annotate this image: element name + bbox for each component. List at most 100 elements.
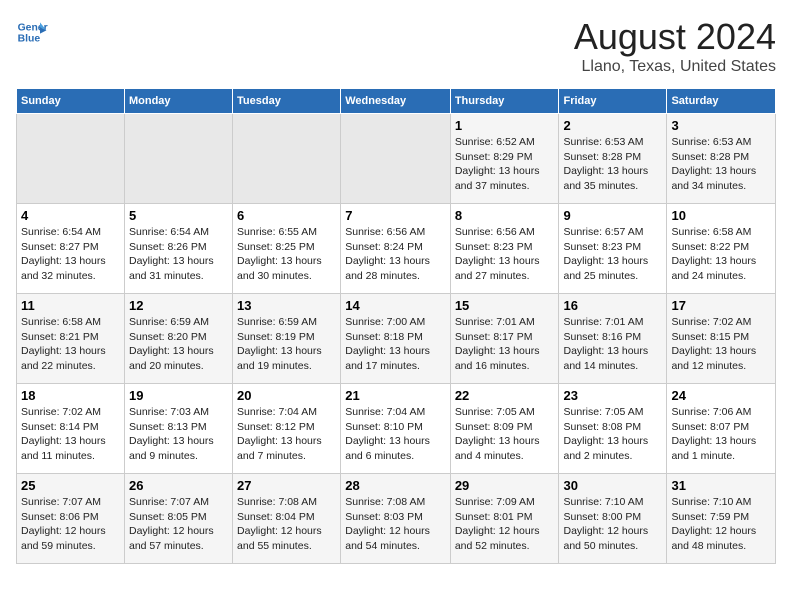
calendar-cell: 14 Sunrise: 7:00 AM Sunset: 8:18 PM Dayli… xyxy=(341,294,451,384)
calendar-subtitle: Llano, Texas, United States xyxy=(574,58,776,76)
day-info: Sunrise: 7:03 AM Sunset: 8:13 PM Dayligh… xyxy=(129,405,228,464)
calendar-cell: 3 Sunrise: 6:53 AM Sunset: 8:28 PM Daylig… xyxy=(667,114,776,204)
day-info: Sunrise: 6:58 AM Sunset: 8:21 PM Dayligh… xyxy=(21,315,120,374)
day-info: Sunrise: 7:08 AM Sunset: 8:03 PM Dayligh… xyxy=(345,495,446,554)
weekday-header-sunday: Sunday xyxy=(17,89,125,114)
calendar-cell: 6Sunrise: 6:55 AM Sunset: 8:25 PM Daylig… xyxy=(233,204,341,294)
day-info: Sunrise: 7:07 AM Sunset: 8:05 PM Dayligh… xyxy=(129,495,228,554)
calendar-cell: 27 Sunrise: 7:08 AM Sunset: 8:04 PM Dayli… xyxy=(233,474,341,564)
weekday-header-saturday: Saturday xyxy=(667,89,776,114)
calendar-cell: 7 Sunrise: 6:56 AM Sunset: 8:24 PM Daylig… xyxy=(341,204,451,294)
day-info: Sunrise: 7:02 AM Sunset: 8:15 PM Dayligh… xyxy=(671,315,771,374)
day-info: Sunrise: 7:02 AM Sunset: 8:14 PM Dayligh… xyxy=(21,405,120,464)
calendar-cell xyxy=(124,114,232,204)
day-number: 20 xyxy=(237,388,336,403)
day-info: Sunrise: 7:01 AM Sunset: 8:17 PM Dayligh… xyxy=(455,315,555,374)
calendar-cell: 1 Sunrise: 6:52 AM Sunset: 8:29 PM Daylig… xyxy=(450,114,559,204)
weekday-header-thursday: Thursday xyxy=(450,89,559,114)
weekday-header-monday: Monday xyxy=(124,89,232,114)
day-info: Sunrise: 7:10 AM Sunset: 8:00 PM Dayligh… xyxy=(563,495,662,554)
day-number: 9 xyxy=(563,208,662,223)
calendar-week-row: 1 Sunrise: 6:52 AM Sunset: 8:29 PM Daylig… xyxy=(17,114,776,204)
day-number: 1 xyxy=(455,118,555,133)
day-number: 13 xyxy=(237,298,336,313)
calendar-cell: 16 Sunrise: 7:01 AM Sunset: 8:16 PM Dayli… xyxy=(559,294,667,384)
day-info: Sunrise: 6:56 AM Sunset: 8:24 PM Dayligh… xyxy=(345,225,446,284)
calendar-cell: 20 Sunrise: 7:04 AM Sunset: 8:12 PM Dayli… xyxy=(233,384,341,474)
day-number: 11 xyxy=(21,298,120,313)
day-info: Sunrise: 6:53 AM Sunset: 8:28 PM Dayligh… xyxy=(563,135,662,194)
day-number: 19 xyxy=(129,388,228,403)
day-number: 4 xyxy=(21,208,120,223)
day-info: Sunrise: 7:06 AM Sunset: 8:07 PM Dayligh… xyxy=(671,405,771,464)
svg-text:Blue: Blue xyxy=(18,34,41,45)
day-info: Sunrise: 7:10 AM Sunset: 7:59 PM Dayligh… xyxy=(671,495,771,554)
day-info: Sunrise: 6:54 AM Sunset: 8:27 PM Dayligh… xyxy=(21,225,120,284)
weekday-header-friday: Friday xyxy=(559,89,667,114)
day-number: 23 xyxy=(563,388,662,403)
calendar-cell: 4 Sunrise: 6:54 AM Sunset: 8:27 PM Daylig… xyxy=(17,204,125,294)
day-info: Sunrise: 6:59 AM Sunset: 8:19 PM Dayligh… xyxy=(237,315,336,374)
calendar-cell: 24 Sunrise: 7:06 AM Sunset: 8:07 PM Dayli… xyxy=(667,384,776,474)
calendar-cell: 13 Sunrise: 6:59 AM Sunset: 8:19 PM Dayli… xyxy=(233,294,341,384)
calendar-body: 1 Sunrise: 6:52 AM Sunset: 8:29 PM Daylig… xyxy=(17,114,776,564)
day-info: Sunrise: 7:00 AM Sunset: 8:18 PM Dayligh… xyxy=(345,315,446,374)
day-number: 31 xyxy=(671,478,771,493)
calendar-cell xyxy=(233,114,341,204)
calendar-week-row: 25Sunrise: 7:07 AM Sunset: 8:06 PM Dayli… xyxy=(17,474,776,564)
calendar-cell: 21Sunrise: 7:04 AM Sunset: 8:10 PM Dayli… xyxy=(341,384,451,474)
calendar-cell: 11 Sunrise: 6:58 AM Sunset: 8:21 PM Dayli… xyxy=(17,294,125,384)
day-number: 15 xyxy=(455,298,555,313)
weekday-header-tuesday: Tuesday xyxy=(233,89,341,114)
calendar-cell: 2 Sunrise: 6:53 AM Sunset: 8:28 PM Daylig… xyxy=(559,114,667,204)
day-number: 24 xyxy=(671,388,771,403)
day-number: 16 xyxy=(563,298,662,313)
day-number: 18 xyxy=(21,388,120,403)
calendar-cell xyxy=(17,114,125,204)
logo-icon: General Blue xyxy=(16,16,48,48)
calendar-cell: 9Sunrise: 6:57 AM Sunset: 8:23 PM Daylig… xyxy=(559,204,667,294)
day-number: 5 xyxy=(129,208,228,223)
day-number: 22 xyxy=(455,388,555,403)
day-info: Sunrise: 7:05 AM Sunset: 8:08 PM Dayligh… xyxy=(563,405,662,464)
day-info: Sunrise: 6:52 AM Sunset: 8:29 PM Dayligh… xyxy=(455,135,555,194)
calendar-cell: 31 Sunrise: 7:10 AM Sunset: 7:59 PM Dayli… xyxy=(667,474,776,564)
calendar-cell: 17 Sunrise: 7:02 AM Sunset: 8:15 PM Dayli… xyxy=(667,294,776,384)
day-number: 2 xyxy=(563,118,662,133)
day-info: Sunrise: 7:01 AM Sunset: 8:16 PM Dayligh… xyxy=(563,315,662,374)
weekday-header-row: SundayMondayTuesdayWednesdayThursdayFrid… xyxy=(17,89,776,114)
calendar-title: August 2024 xyxy=(574,16,776,58)
day-info: Sunrise: 6:55 AM Sunset: 8:25 PM Dayligh… xyxy=(237,225,336,284)
day-number: 26 xyxy=(129,478,228,493)
day-number: 17 xyxy=(671,298,771,313)
day-number: 3 xyxy=(671,118,771,133)
day-number: 8 xyxy=(455,208,555,223)
day-number: 27 xyxy=(237,478,336,493)
calendar-cell: 30 Sunrise: 7:10 AM Sunset: 8:00 PM Dayli… xyxy=(559,474,667,564)
day-info: Sunrise: 7:09 AM Sunset: 8:01 PM Dayligh… xyxy=(455,495,555,554)
calendar-cell xyxy=(341,114,451,204)
day-number: 29 xyxy=(455,478,555,493)
day-info: Sunrise: 6:53 AM Sunset: 8:28 PM Dayligh… xyxy=(671,135,771,194)
day-info: Sunrise: 7:04 AM Sunset: 8:12 PM Dayligh… xyxy=(237,405,336,464)
day-info: Sunrise: 7:05 AM Sunset: 8:09 PM Dayligh… xyxy=(455,405,555,464)
calendar-cell: 8 Sunrise: 6:56 AM Sunset: 8:23 PM Daylig… xyxy=(450,204,559,294)
calendar-header: SundayMondayTuesdayWednesdayThursdayFrid… xyxy=(17,89,776,114)
logo: General Blue xyxy=(16,16,48,48)
calendar-cell: 10Sunrise: 6:58 AM Sunset: 8:22 PM Dayli… xyxy=(667,204,776,294)
calendar-week-row: 18 Sunrise: 7:02 AM Sunset: 8:14 PM Dayli… xyxy=(17,384,776,474)
page-header: General Blue August 2024 Llano, Texas, U… xyxy=(16,16,776,76)
calendar-cell: 22 Sunrise: 7:05 AM Sunset: 8:09 PM Dayli… xyxy=(450,384,559,474)
day-number: 28 xyxy=(345,478,446,493)
day-number: 30 xyxy=(563,478,662,493)
calendar-cell: 19 Sunrise: 7:03 AM Sunset: 8:13 PM Dayli… xyxy=(124,384,232,474)
calendar-cell: 25Sunrise: 7:07 AM Sunset: 8:06 PM Dayli… xyxy=(17,474,125,564)
calendar-cell: 29 Sunrise: 7:09 AM Sunset: 8:01 PM Dayli… xyxy=(450,474,559,564)
day-number: 21 xyxy=(345,388,446,403)
day-number: 7 xyxy=(345,208,446,223)
weekday-header-wednesday: Wednesday xyxy=(341,89,451,114)
day-number: 10 xyxy=(671,208,771,223)
day-info: Sunrise: 6:56 AM Sunset: 8:23 PM Dayligh… xyxy=(455,225,555,284)
day-number: 14 xyxy=(345,298,446,313)
day-info: Sunrise: 7:08 AM Sunset: 8:04 PM Dayligh… xyxy=(237,495,336,554)
